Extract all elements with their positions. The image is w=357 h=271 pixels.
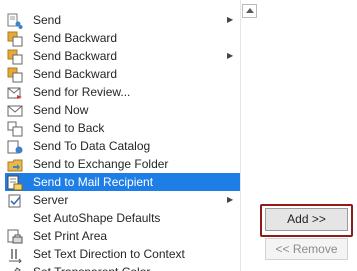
- command-label: Send to Exchange Folder: [33, 157, 169, 171]
- command-item-set-text-direction[interactable]: Set Text Direction to Context: [0, 245, 240, 263]
- send-now-icon: [7, 105, 23, 117]
- submenu-arrow-icon: ▶: [227, 15, 234, 24]
- command-item-send-backward[interactable]: Send Backward: [0, 29, 240, 47]
- command-item-send-to-exchange-folder[interactable]: Send to Exchange Folder: [0, 155, 240, 173]
- command-label: Send Now: [33, 103, 89, 117]
- transparent-color-icon: [14, 267, 21, 271]
- submenu-arrow-icon: ▶: [227, 51, 234, 60]
- send-backward-icon: [7, 49, 23, 65]
- command-label: Send to Mail Recipient: [33, 175, 154, 189]
- command-label: Send Backward: [33, 31, 118, 45]
- command-list[interactable]: Send ▶ Send Backward Send Backward ▶ Sen…: [0, 0, 256, 271]
- print-area-icon: [7, 229, 23, 244]
- server-icon: [8, 194, 21, 208]
- command-item-set-autoshape-defaults[interactable]: Set AutoShape Defaults: [0, 209, 240, 227]
- submenu-arrow-icon: ▶: [227, 195, 234, 204]
- command-label: Send To Data Catalog: [33, 139, 151, 153]
- command-item-send-to-data-catalog[interactable]: Send To Data Catalog: [0, 137, 240, 155]
- add-button[interactable]: Add >>: [265, 208, 348, 231]
- command-label: Send to Back: [33, 121, 105, 135]
- scroll-up-icon[interactable]: [242, 4, 257, 18]
- data-catalog-icon: [7, 140, 23, 154]
- send-backward-icon: [7, 67, 23, 83]
- command-label: Server: [33, 193, 69, 207]
- send-icon: [7, 13, 23, 29]
- remove-button[interactable]: << Remove: [265, 238, 348, 260]
- command-label: Set AutoShape Defaults: [33, 211, 161, 225]
- command-label: Set Print Area: [33, 229, 108, 243]
- command-item-send-now[interactable]: Send Now: [0, 101, 240, 119]
- command-item-send-backward-2[interactable]: Send Backward ▶: [0, 47, 240, 65]
- command-item-send[interactable]: Send ▶: [0, 11, 240, 29]
- send-to-back-icon: [7, 121, 23, 137]
- command-label: Send for Review...: [33, 85, 131, 99]
- command-label: Send Backward: [33, 49, 118, 63]
- command-label: Send: [33, 13, 62, 27]
- command-list-scrollbar[interactable]: [240, 0, 257, 271]
- text-direction-icon: [9, 249, 22, 263]
- mail-recipient-icon: [7, 175, 23, 191]
- command-item-send-for-review[interactable]: Send for Review...: [0, 83, 240, 101]
- command-item-send-backward-3[interactable]: Send Backward: [0, 65, 240, 83]
- command-item-set-transparent-color[interactable]: Set Transparent Color: [0, 263, 240, 271]
- exchange-folder-icon: [7, 159, 23, 172]
- send-backward-icon: [7, 31, 23, 47]
- command-item-set-print-area[interactable]: Set Print Area: [0, 227, 240, 245]
- command-item-send-to-back[interactable]: Send to Back: [0, 119, 240, 137]
- command-label: Set Transparent Color: [33, 263, 150, 271]
- command-item-server[interactable]: Server ▶: [0, 191, 240, 209]
- command-item-send-to-mail-recipient[interactable]: Send to Mail Recipient: [5, 173, 240, 191]
- command-label: Send Backward: [33, 67, 118, 81]
- command-label: Set Text Direction to Context: [33, 247, 185, 261]
- send-for-review-icon: [7, 87, 22, 99]
